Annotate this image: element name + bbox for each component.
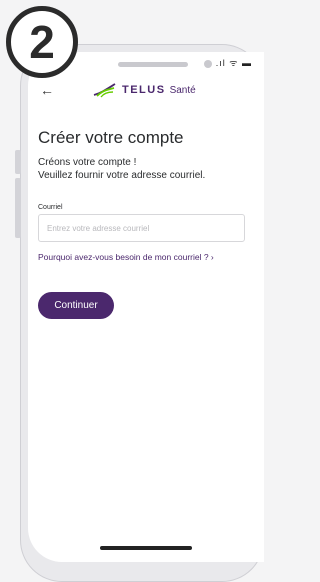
intro-text: Créons votre compte ! Veuillez fournir v… — [38, 156, 205, 182]
phone-side-button — [15, 150, 21, 174]
telus-leaf-icon — [93, 83, 116, 98]
phone-screen: .ıl ᯤ ▬ ← TELUS Santé Créer votre compte… — [28, 52, 264, 562]
brand-suffix: Santé — [169, 84, 196, 96]
why-email-link[interactable]: Pourquoi avez-vous besoin de mon courrie… — [38, 252, 214, 262]
home-indicator[interactable] — [100, 546, 192, 550]
telus-sante-logo: TELUS Santé — [92, 82, 196, 98]
app-header: ← TELUS Santé — [28, 80, 264, 102]
email-label: Courriel — [38, 204, 63, 211]
email-field[interactable] — [38, 214, 245, 242]
phone-side-button — [15, 198, 21, 238]
brand-name: TELUS — [122, 84, 166, 96]
camera-dot — [204, 60, 212, 68]
page-title: Créer votre compte — [38, 128, 184, 147]
step-number-badge: 2 — [6, 6, 78, 78]
continue-button[interactable]: Continuer — [38, 292, 114, 319]
status-bar-icons: .ıl ᯤ ▬ — [215, 58, 252, 68]
back-arrow-icon[interactable]: ← — [40, 82, 54, 98]
intro-line: Veuillez fournir votre adresse courriel. — [38, 170, 206, 181]
speaker-notch — [118, 62, 188, 67]
intro-line: Créons votre compte ! — [38, 157, 137, 168]
